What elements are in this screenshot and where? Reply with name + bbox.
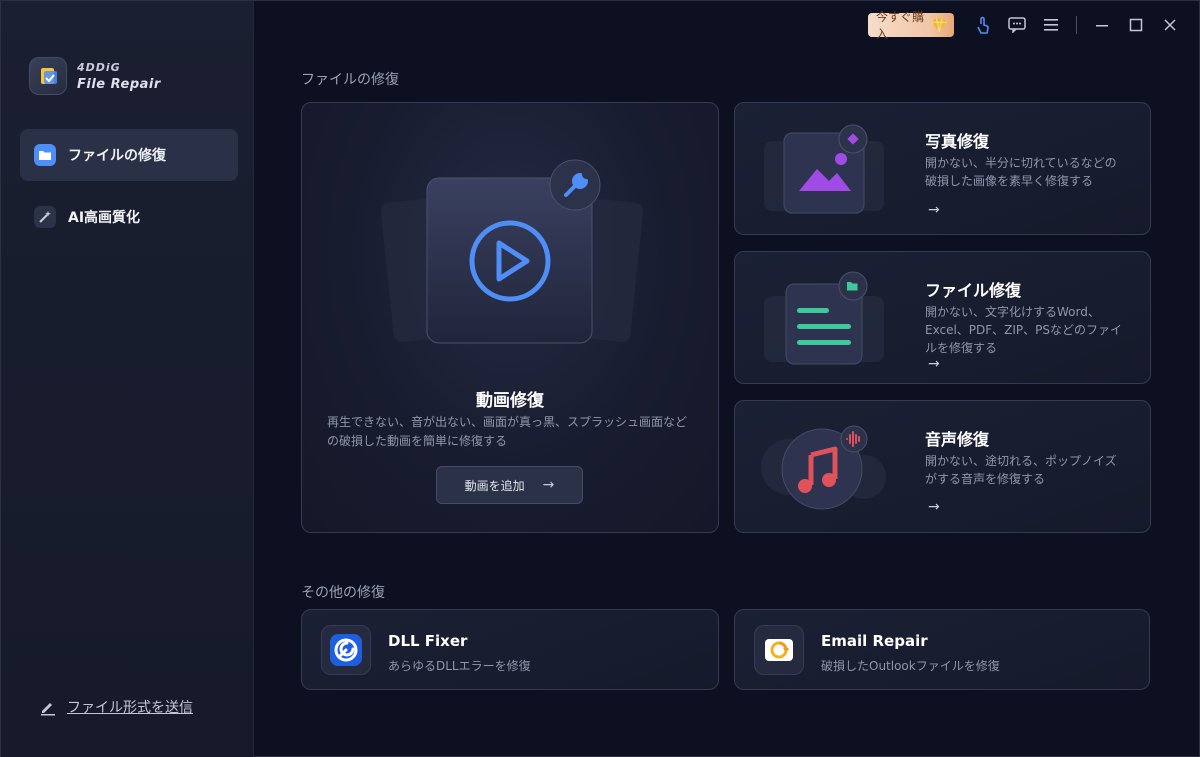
submit-file-format-label: ファイル形式を送信 <box>67 700 193 716</box>
sidebar: 4DDiG File Repair ファイルの修復 AI高画質化 ファイル形式を… <box>1 1 254 757</box>
dll-fixer-icon <box>321 625 371 675</box>
email-repair-description: 破損したOutlookファイルを修復 <box>821 659 1000 673</box>
photo-repair-description: 開かない、半分に切れているなどの破損した画像を素早く修復する <box>925 156 1117 188</box>
folder-icon <box>34 144 56 166</box>
audio-repair-description: 開かない、途切れる、ポップノイズがする音声を修復する <box>925 454 1117 486</box>
app-window: 4DDiG File Repair ファイルの修復 AI高画質化 ファイル形式を… <box>0 0 1200 757</box>
magic-wand-icon <box>34 206 56 228</box>
audio-repair-title: 音声修復 <box>925 430 990 449</box>
photo-repair-card[interactable]: 写真修復 開かない、半分に切れているなどの破損した画像を素早く修復する → <box>734 102 1151 235</box>
video-repair-description: 再生できない、音が出ない、画面が真っ黒、スプラッシュ画面などの破損した動画を簡単… <box>327 415 688 448</box>
add-video-button[interactable]: 動画を追加 → <box>436 466 583 504</box>
file-repair-title: ファイル修復 <box>925 281 1022 300</box>
audio-illustration <box>761 425 886 510</box>
section-title-file-repair: ファイルの修復 <box>301 72 399 88</box>
maximize-icon[interactable] <box>1119 11 1153 39</box>
file-repair-description: 開かない、文字化けするWord、Excel、PDF、ZIP、PSなどのファイルを… <box>925 305 1123 355</box>
touch-icon[interactable] <box>966 11 1000 39</box>
email-repair-icon <box>754 625 804 675</box>
logo-product: File Repair <box>77 77 161 92</box>
pencil-icon <box>41 703 55 716</box>
audio-repair-card[interactable]: 音声修復 開かない、途切れる、ポップノイズがする音声を修復する → <box>734 400 1151 533</box>
logo-icon <box>29 57 67 95</box>
section-title-other-repair: その他の修復 <box>301 585 385 601</box>
arrow-right-icon: → <box>928 356 940 372</box>
close-icon[interactable] <box>1153 11 1187 39</box>
dll-fixer-card[interactable]: DLL Fixer あらゆるDLLエラーを修復 <box>301 609 719 690</box>
photo-repair-title: 写真修復 <box>925 132 990 151</box>
email-repair-card[interactable]: Email Repair 破損したOutlookファイルを修復 <box>734 609 1150 690</box>
dll-fixer-description: あらゆるDLLエラーを修復 <box>388 659 531 673</box>
app-logo: 4DDiG File Repair <box>29 57 161 95</box>
arrow-right-icon: → <box>928 202 940 218</box>
sidebar-item-label: ファイルの修復 <box>68 148 166 164</box>
title-bar: 今すぐ購入 <box>868 10 1199 41</box>
video-illustration <box>380 159 644 344</box>
buy-now-button[interactable]: 今すぐ購入 <box>868 10 954 41</box>
feedback-icon[interactable] <box>1000 11 1034 39</box>
document-illustration <box>764 271 884 365</box>
file-repair-card[interactable]: ファイル修復 開かない、文字化けするWord、Excel、PDF、ZIP、PSな… <box>734 251 1151 384</box>
menu-icon[interactable] <box>1034 11 1068 39</box>
buy-now-label: 今すぐ購入 <box>876 10 925 41</box>
minimize-icon[interactable] <box>1085 11 1119 39</box>
dll-fixer-title: DLL Fixer <box>388 632 468 650</box>
arrow-right-icon: → <box>542 477 555 493</box>
video-repair-title: 動画修復 <box>476 391 544 411</box>
diamond-icon <box>932 18 948 32</box>
title-bar-separator <box>1076 16 1077 34</box>
video-repair-card[interactable]: 動画修復 再生できない、音が出ない、画面が真っ黒、スプラッシュ画面などの破損した… <box>301 102 719 533</box>
sidebar-item-ai-enhance[interactable]: AI高画質化 <box>20 191 238 243</box>
add-video-label: 動画を追加 <box>464 478 525 493</box>
sidebar-item-label: AI高画質化 <box>68 210 141 226</box>
email-repair-title: Email Repair <box>821 632 928 650</box>
submit-file-format-link[interactable]: ファイル形式を送信 <box>39 697 193 717</box>
photo-illustration <box>764 124 884 214</box>
sidebar-item-file-repair[interactable]: ファイルの修復 <box>20 129 238 181</box>
logo-brand: 4DDiG <box>77 61 121 74</box>
arrow-right-icon: → <box>928 499 940 515</box>
